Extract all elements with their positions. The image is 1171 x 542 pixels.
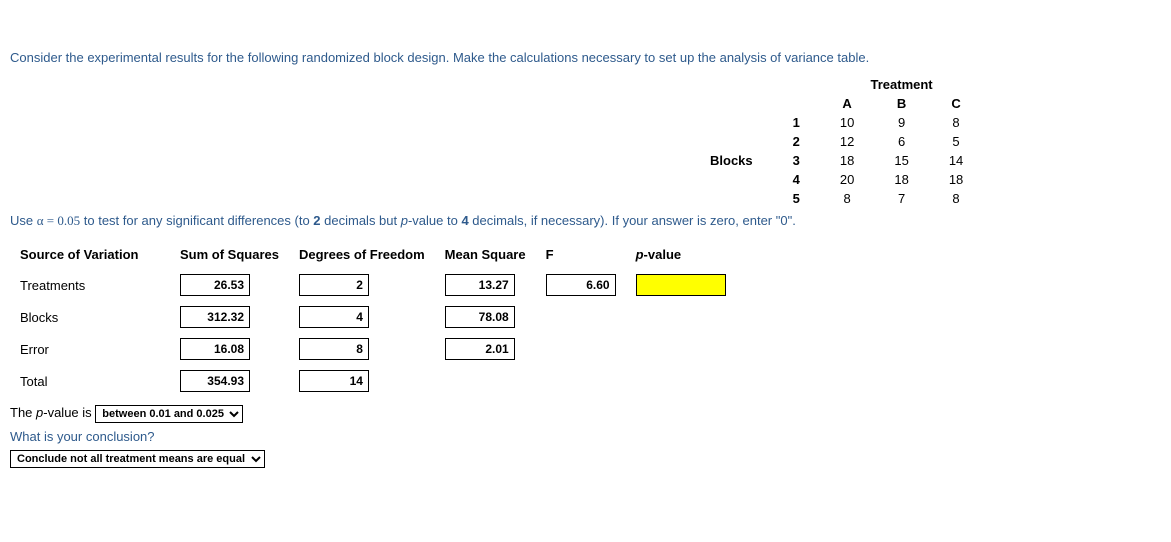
blocks-label: Blocks (690, 151, 773, 170)
cell: 18 (820, 151, 874, 170)
row-5: 5 (773, 189, 820, 208)
cell: 7 (874, 189, 928, 208)
error-ms-input[interactable] (445, 338, 515, 360)
total-df-input[interactable] (299, 370, 369, 392)
data-table: Treatment A B C 1 10 9 8 2 12 6 5 Blocks… (690, 75, 983, 208)
anova-label: Total (10, 368, 170, 394)
cell: 8 (929, 113, 983, 132)
cell: 18 (929, 170, 983, 189)
treatment-header: Treatment (820, 75, 983, 94)
cell: 9 (874, 113, 928, 132)
anova-label: Error (10, 336, 170, 362)
anova-h1: Source of Variation (10, 243, 170, 266)
error-ss-input[interactable] (180, 338, 250, 360)
col-header-A: A (820, 94, 874, 113)
prompt-intro: Consider the experimental results for th… (10, 50, 1161, 65)
cell: 20 (820, 170, 874, 189)
blocks-ss-input[interactable] (180, 306, 250, 328)
anova-row-error: Error (10, 336, 736, 362)
treatments-p-input[interactable] (636, 274, 726, 296)
prompt-instructions: Use α = 0.05 to test for any significant… (10, 213, 1161, 229)
treatments-df-input[interactable] (299, 274, 369, 296)
treatments-ms-input[interactable] (445, 274, 515, 296)
blocks-ms-input[interactable] (445, 306, 515, 328)
conclusion-select[interactable]: Conclude not all treatment means are equ… (10, 450, 265, 468)
cell: 15 (874, 151, 928, 170)
anova-table: Source of Variation Sum of Squares Degre… (10, 237, 736, 400)
cell: 5 (929, 132, 983, 151)
cell: 6 (874, 132, 928, 151)
row-4: 4 (773, 170, 820, 189)
anova-h5: F (536, 243, 626, 266)
treatments-ss-input[interactable] (180, 274, 250, 296)
anova-row-blocks: Blocks (10, 304, 736, 330)
treatments-f-input[interactable] (546, 274, 616, 296)
blocks-df-input[interactable] (299, 306, 369, 328)
pvalue-line: The p-value is between 0.01 and 0.025 (10, 405, 1161, 423)
cell: 14 (929, 151, 983, 170)
cell: 8 (929, 189, 983, 208)
cell: 12 (820, 132, 874, 151)
conclusion-question: What is your conclusion? (10, 429, 1161, 444)
anova-h4: Mean Square (435, 243, 536, 266)
row-1: 1 (773, 113, 820, 132)
cell: 8 (820, 189, 874, 208)
pvalue-select[interactable]: between 0.01 and 0.025 (95, 405, 243, 423)
anova-label: Treatments (10, 272, 170, 298)
anova-row-treatments: Treatments (10, 272, 736, 298)
col-header-C: C (929, 94, 983, 113)
anova-label: Blocks (10, 304, 170, 330)
col-header-B: B (874, 94, 928, 113)
cell: 10 (820, 113, 874, 132)
conclusion-line: Conclude not all treatment means are equ… (10, 450, 1161, 468)
anova-h3: Degrees of Freedom (289, 243, 435, 266)
error-df-input[interactable] (299, 338, 369, 360)
total-ss-input[interactable] (180, 370, 250, 392)
cell: 18 (874, 170, 928, 189)
row-2: 2 (773, 132, 820, 151)
anova-h2: Sum of Squares (170, 243, 289, 266)
anova-row-total: Total (10, 368, 736, 394)
anova-h6: p-value (626, 243, 736, 266)
row-3: 3 (773, 151, 820, 170)
